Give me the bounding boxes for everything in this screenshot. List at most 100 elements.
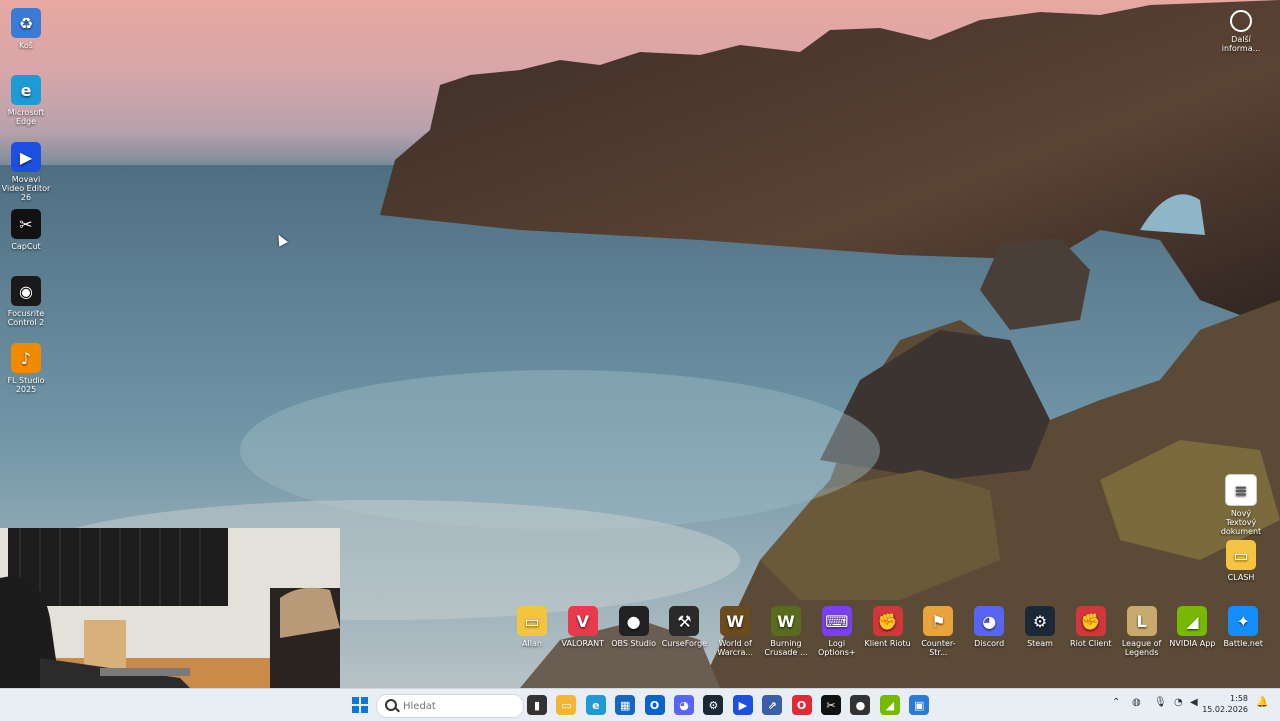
taskbar-app-app-blue[interactable]: ⇗ (762, 695, 783, 715)
discord-icon: ◕ (679, 698, 689, 712)
desktop-icon-riotclientu[interactable]: ✊ Klient Riotu (862, 606, 914, 648)
windows-logo-icon (352, 697, 368, 713)
microphone-icon[interactable]: 🎙 (1154, 697, 1167, 708)
desktop-icon-label: World of Warcra... (717, 639, 753, 657)
taskbar-app-edge[interactable]: e (585, 695, 606, 715)
obs-icon: ● (618, 606, 649, 636)
desktop-icon-logi[interactable]: ⌨ Logi Options+ (811, 606, 863, 657)
taskbar-search[interactable] (376, 694, 524, 718)
desktop-icon-discord[interactable]: ◕ Discord (963, 606, 1015, 648)
desktop-icon-label: NVIDIA App (1169, 639, 1216, 648)
obs-icon: ● (855, 698, 866, 712)
steam-icon: ⚙ (1025, 606, 1055, 636)
nvidia-icon: ◢ (885, 698, 895, 712)
steam-icon: ⚙ (708, 698, 719, 712)
logi-icon: ⌨ (821, 606, 852, 636)
app-blue-icon: ⇗ (767, 698, 777, 712)
explorer-icon: ▭ (561, 698, 572, 712)
battlenet-icon: ✦ (1228, 606, 1259, 636)
desktop-icon-label: Logi Options+ (818, 639, 856, 657)
taskbar-app-obs[interactable]: ● (850, 695, 871, 715)
store-icon: ▦ (619, 698, 631, 712)
desktop-icon-label: CurseForge (661, 639, 708, 648)
volume-icon[interactable]: ◀ (1190, 697, 1198, 708)
taskbar-app-opera[interactable]: O (791, 695, 812, 715)
desktop-icon-battlenet[interactable]: ✦ Battle.net (1217, 606, 1269, 648)
desktop-icon-movavi[interactable]: ▶ Movavi Video Editor 26 (0, 142, 52, 202)
taskbar-clock[interactable]: 1:58 15.02.2026 (1200, 693, 1248, 715)
desktop-icon-capcut[interactable]: ✂ CapCut (0, 209, 52, 251)
taskbar-app-photos[interactable]: ▣ (909, 695, 930, 715)
nvidia-icon: ◢ (1177, 606, 1208, 636)
desktop-icon-valorant[interactable]: V VALORANT (557, 606, 609, 648)
start-button[interactable] (350, 695, 370, 715)
desktop-icon-label: Nový Textový dokument (1220, 509, 1262, 536)
movavi-icon: ▶ (11, 142, 41, 172)
clock-time: 1:58 (1230, 694, 1248, 703)
notification-bell-icon[interactable]: 🔔 (1256, 697, 1268, 708)
desktop-icon-recycle[interactable]: ♻ Koš (0, 8, 52, 50)
taskbar: ▮ ▭ e ▦ O ◕ ⚙ ▶ ⇗ O ✂ ● ◢ ▣ ⌃ ◍ 🎙 ◔ ◀ 1:58 15.02.2026… (0, 688, 1280, 721)
taskbar-app-discord[interactable]: ◕ (674, 695, 694, 715)
desktop-icon-flstudio[interactable]: ♪ FL Studio 2025 (0, 343, 52, 394)
desktop-icon-allan[interactable]: ▭ Allan (506, 606, 558, 648)
taskview-icon: ▮ (533, 698, 541, 712)
allan-icon: ▭ (517, 606, 547, 636)
desktop-icon-counterstrike[interactable]: ⚑ Counter-Str... (912, 606, 964, 657)
desktop-icon-obs[interactable]: ● OBS Studio (608, 606, 660, 648)
camera-icon (1230, 10, 1252, 32)
wow-icon: W (720, 606, 751, 636)
taskbar-app-movavi[interactable]: ▶ (732, 695, 753, 715)
desktop-icon-label: Burning Crusade ... (764, 639, 808, 657)
taskbar-app-nvidia[interactable]: ◢ (879, 695, 900, 715)
edge-icon: e (11, 75, 41, 105)
desktop-icon-label: OBS Studio (611, 639, 656, 648)
taskbar-app-taskview[interactable]: ▮ (527, 695, 547, 715)
more-info-widget[interactable]: Další informa... (1220, 10, 1262, 53)
desktop-icon-focusrite[interactable]: ◉ Focusrite Control 2 (0, 276, 52, 327)
desktop-icon-textdoc[interactable]: ≡ Nový Textový dokument (1215, 474, 1267, 536)
lol-icon: L (1126, 606, 1157, 636)
desktop-icon-label: Klient Riotu (864, 639, 911, 648)
desktop-icon-burning[interactable]: W Burning Crusade ... (760, 606, 812, 657)
taskbar-app-steam[interactable]: ⚙ (703, 695, 724, 715)
desktop-icon-label: Microsoft Edge (7, 108, 45, 126)
capcut-icon: ✂ (11, 209, 41, 239)
taskbar-app-capcut[interactable]: ✂ (821, 695, 841, 715)
wifi-icon[interactable]: ◔ (1174, 697, 1183, 708)
search-input[interactable] (401, 698, 515, 714)
desktop-icon-label: Discord (974, 639, 1005, 648)
riotclientu-icon: ✊ (872, 606, 903, 636)
desktop-icon-edge[interactable]: e Microsoft Edge (0, 75, 52, 126)
discord-icon: ◕ (974, 606, 1005, 636)
burning-icon: W (771, 606, 801, 636)
taskbar-app-explorer[interactable]: ▭ (556, 695, 577, 715)
opera-icon: O (796, 698, 807, 712)
clock-date: 15.02.2026 (1202, 705, 1248, 714)
desktop-icon-label: CapCut (11, 242, 41, 251)
desktop-icon-clash[interactable]: ▭ CLASH (1215, 540, 1267, 582)
desktop-icon-label: League of Legends (1121, 639, 1162, 657)
desktop-icon-lol[interactable]: L League of Legends (1116, 606, 1168, 657)
riotclient-icon: ✊ (1075, 606, 1106, 636)
focusrite-icon: ◉ (11, 276, 41, 306)
desktop-icon-label: Koš (19, 41, 33, 50)
taskbar-app-store[interactable]: ▦ (615, 695, 636, 715)
curseforge-icon: ⚒ (669, 606, 700, 636)
desktop-icon-label: FL Studio 2025 (7, 376, 45, 394)
desktop-icon-steam[interactable]: ⚙ Steam (1014, 606, 1066, 648)
desktop-icon-label: Movavi Video Editor 26 (1, 175, 51, 202)
desktop-icon-label: Focusrite Control 2 (7, 309, 45, 327)
movavi-icon: ▶ (738, 698, 748, 712)
desktop-icon-label: Steam (1027, 639, 1053, 648)
desktop-icon-curseforge[interactable]: ⚒ CurseForge (658, 606, 710, 648)
show-hidden-icons-chevron-icon[interactable]: ⌃ (1112, 697, 1120, 708)
desktop-icon-riotclient[interactable]: ✊ Riot Client (1065, 606, 1117, 648)
desktop-icon-wow[interactable]: W World of Warcra... (709, 606, 761, 657)
desktop-icon-label: Battle.net (1223, 639, 1263, 648)
network-status-icon[interactable]: ◍ (1132, 697, 1141, 708)
taskbar-app-outlook[interactable]: O (644, 695, 665, 715)
desktop-icon-nvidia[interactable]: ◢ NVIDIA App (1166, 606, 1218, 648)
flstudio-icon: ♪ (11, 343, 41, 373)
desktop-icon-label: Allan (522, 639, 542, 648)
